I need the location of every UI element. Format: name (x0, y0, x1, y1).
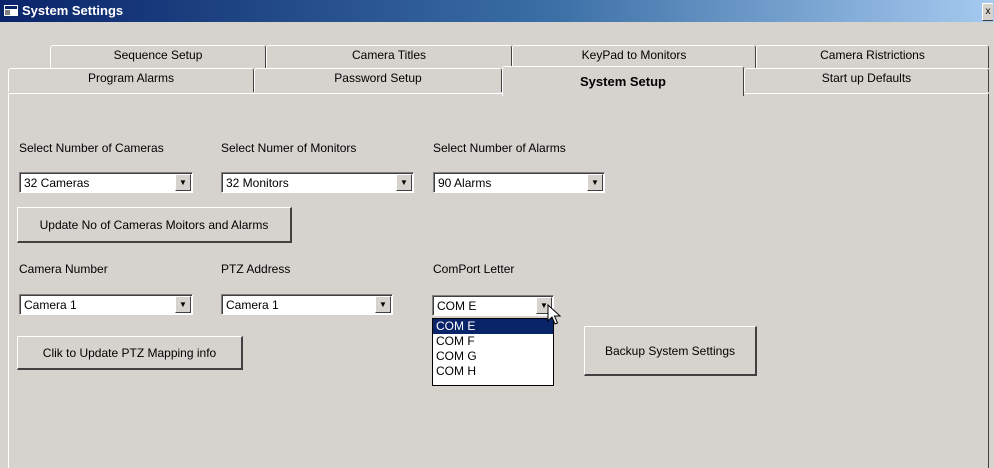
monitors-select[interactable]: 32 Monitors ▼ (221, 172, 414, 193)
monitors-select-value: 32 Monitors (226, 176, 289, 190)
backup-system-settings-button[interactable]: Backup System Settings (584, 326, 757, 376)
comport-option-com-f[interactable]: COM F (433, 334, 553, 349)
camera-number-select-value: Camera 1 (24, 298, 77, 312)
comport-label: ComPort Letter (433, 262, 515, 276)
tab-program-alarms[interactable]: Program Alarms (8, 68, 254, 92)
camera-number-select[interactable]: Camera 1 ▼ (19, 294, 193, 315)
chevron-down-icon[interactable]: ▼ (175, 174, 191, 191)
comport-select-value: COM E (437, 299, 477, 313)
cameras-select-value: 32 Cameras (24, 176, 90, 190)
comport-option-com-e[interactable]: COM E (433, 319, 553, 334)
tab-system-setup[interactable]: System Setup (502, 66, 744, 96)
cameras-select[interactable]: 32 Cameras ▼ (19, 172, 193, 193)
mouse-pointer-icon (547, 304, 562, 325)
alarms-select-value: 90 Alarms (438, 176, 492, 190)
chevron-down-icon[interactable]: ▼ (375, 296, 391, 313)
ptz-address-label: PTZ Address (221, 262, 291, 276)
chevron-down-icon[interactable]: ▼ (396, 174, 412, 191)
alarms-label: Select Number of Alarms (433, 141, 566, 155)
chevron-down-icon[interactable]: ▼ (587, 174, 603, 191)
close-button[interactable]: x (982, 3, 993, 21)
window-app-icon (4, 5, 18, 16)
comport-option-com-h[interactable]: COM H (433, 364, 553, 379)
cameras-label: Select Number of Cameras (19, 141, 164, 155)
tab-camera-restrictions[interactable]: Camera Ristrictions (756, 45, 989, 68)
tab-camera-titles[interactable]: Camera Titles (266, 45, 512, 68)
tab-keypad-to-monitors[interactable]: KeyPad to Monitors (512, 45, 756, 68)
window-title: System Settings (22, 3, 124, 18)
update-cameras-monitors-alarms-button[interactable]: Update No of Cameras Moitors and Alarms (17, 207, 292, 243)
update-ptz-mapping-button[interactable]: Clik to Update PTZ Mapping info (17, 336, 243, 370)
tab-password-setup[interactable]: Password Setup (254, 68, 502, 92)
tab-start-up-defaults[interactable]: Start up Defaults (744, 68, 989, 92)
title-bar[interactable]: System Settings x (0, 0, 994, 22)
ptz-address-select-value: Camera 1 (226, 298, 279, 312)
system-settings-window: System Settings x Sequence Setup Camera … (0, 0, 994, 468)
ptz-address-select[interactable]: Camera 1 ▼ (221, 294, 393, 315)
camera-number-label: Camera Number (19, 262, 108, 276)
monitors-label: Select Numer of Monitors (221, 141, 357, 155)
comport-option-com-g[interactable]: COM G (433, 349, 553, 364)
tab-sequence-setup[interactable]: Sequence Setup (50, 45, 266, 68)
comport-dropdown-list: COM E COM F COM G COM H (432, 318, 554, 386)
chevron-down-icon[interactable]: ▼ (175, 296, 191, 313)
comport-select[interactable]: COM E ▼ (432, 295, 554, 316)
alarms-select[interactable]: 90 Alarms ▼ (433, 172, 605, 193)
